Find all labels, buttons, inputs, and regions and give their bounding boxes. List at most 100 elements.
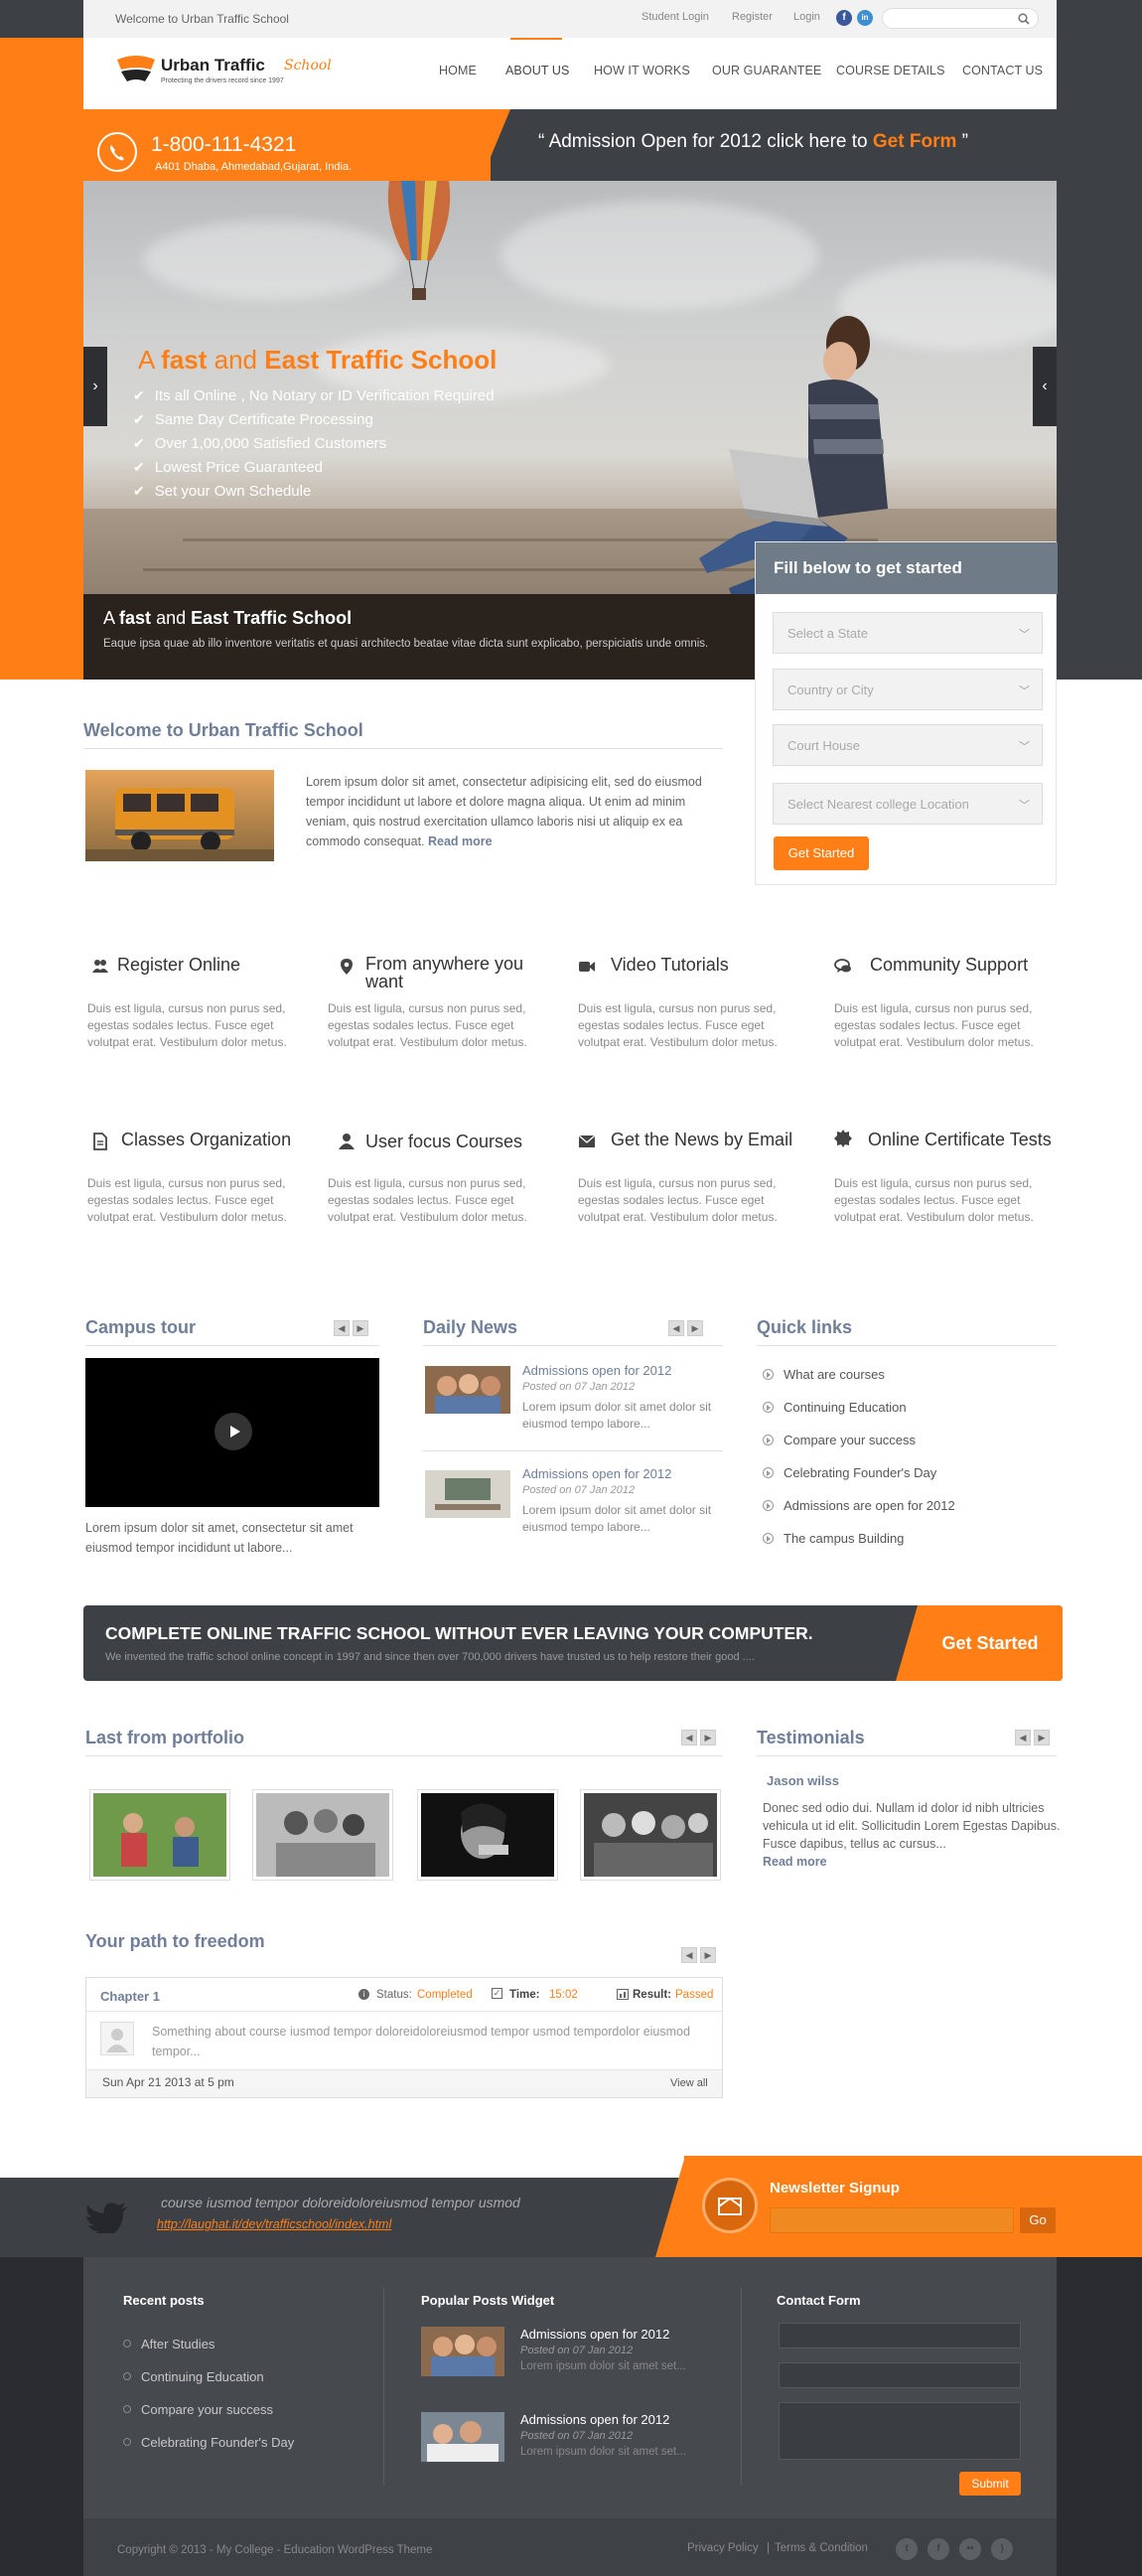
- recent-post-link[interactable]: Continuing Education: [123, 2369, 264, 2384]
- arrow-left-icon[interactable]: ◀: [668, 1320, 684, 1336]
- nav-our-guarantee[interactable]: OUR GUARANTEE: [712, 64, 821, 77]
- portfolio-thumb[interactable]: [417, 1789, 558, 1881]
- chart-icon: [617, 1989, 629, 2000]
- play-icon[interactable]: [214, 1413, 252, 1450]
- quick-link[interactable]: Admissions are open for 2012: [763, 1498, 955, 1513]
- get-form-link[interactable]: Get Form: [873, 131, 956, 152]
- logo[interactable]: Urban Traffic School Protecting the driv…: [115, 52, 363, 95]
- bullet-icon: [123, 2405, 131, 2413]
- phone-icon: [97, 132, 137, 172]
- arrow-left-icon[interactable]: ◀: [1015, 1730, 1031, 1745]
- portfolio-thumb[interactable]: [580, 1789, 721, 1881]
- chevron-down-icon: ﹀: [1019, 741, 1030, 753]
- quick-link[interactable]: Celebrating Founder's Day: [763, 1465, 936, 1480]
- form-title: Fill below to get started: [756, 542, 1058, 594]
- tweet-link[interactable]: http://laughat.it/dev/trafficschool/inde…: [157, 2217, 391, 2231]
- portfolio-thumb[interactable]: [89, 1789, 230, 1881]
- arrow-left-icon[interactable]: ◀: [681, 1947, 697, 1963]
- state-select[interactable]: Select a State ﹀: [773, 612, 1043, 654]
- quick-link[interactable]: The campus Building: [763, 1531, 904, 1546]
- nav-contact-us[interactable]: CONTACT US: [962, 64, 1043, 77]
- view-all-link[interactable]: View all: [670, 2077, 708, 2089]
- linkedin-icon[interactable]: in: [857, 10, 873, 26]
- search-input[interactable]: [882, 8, 1039, 29]
- nav-course-details[interactable]: COURSE DETAILS: [836, 64, 945, 77]
- right-dark-band: [1056, 38, 1142, 680]
- quick-link[interactable]: What are courses: [763, 1367, 885, 1382]
- rss-icon[interactable]: ): [991, 2538, 1013, 2560]
- news-item-title[interactable]: Admissions open for 2012: [522, 1466, 671, 1481]
- arrow-left-icon[interactable]: ◀: [334, 1320, 350, 1336]
- testimonial-read-more-link[interactable]: Read more: [763, 1855, 827, 1869]
- arrow-right-icon[interactable]: ▶: [1034, 1730, 1050, 1745]
- news-item-title[interactable]: Admissions open for 2012: [522, 1363, 671, 1378]
- feature-title: Register Online: [117, 955, 241, 975]
- check-icon: ✔: [133, 483, 145, 499]
- banner-get-started-button[interactable]: Get Started: [918, 1605, 1063, 1681]
- search-icon[interactable]: [1018, 13, 1030, 25]
- recent-post-link[interactable]: Compare your success: [123, 2402, 273, 2417]
- portfolio-thumb[interactable]: [252, 1789, 393, 1881]
- nav-active-indicator: [510, 38, 562, 40]
- contact-email-input[interactable]: [779, 2362, 1021, 2388]
- check-icon: ✔: [133, 387, 145, 403]
- arrow-left-icon[interactable]: ◀: [681, 1730, 697, 1745]
- contact-message-textarea[interactable]: [779, 2402, 1021, 2460]
- slider-next-button[interactable]: ‹: [1033, 347, 1057, 426]
- arrow-right-icon[interactable]: ▶: [700, 1730, 716, 1745]
- popular-post-date: Posted on 07 Jan 2012: [520, 2345, 634, 2356]
- get-started-button[interactable]: Get Started: [774, 836, 869, 870]
- slider-bullet: ✔ Its all Online , No Notary or ID Verifi…: [133, 387, 495, 404]
- student-login-link[interactable]: Student Login: [642, 11, 709, 23]
- certificate-icon: [834, 1130, 852, 1147]
- quick-link[interactable]: Continuing Education: [763, 1400, 907, 1415]
- contact-name-input[interactable]: [779, 2323, 1021, 2349]
- arrow-right-icon[interactable]: ▶: [700, 1947, 716, 1963]
- twitter-bird-icon: [86, 2202, 127, 2233]
- flickr-icon[interactable]: ••: [959, 2538, 981, 2560]
- circle-arrow-icon: [763, 1369, 774, 1380]
- banner-title: COMPLETE ONLINE TRAFFIC SCHOOL WITHOUT E…: [105, 1623, 813, 1643]
- facebook-icon[interactable]: f: [928, 2538, 949, 2560]
- testimonial-carousel-arrows: ◀ ▶: [1015, 1730, 1055, 1745]
- news-thumb-classroom: [425, 1470, 510, 1518]
- nav-about-us[interactable]: ABOUT US: [505, 64, 569, 77]
- register-link[interactable]: Register: [732, 11, 773, 23]
- news-carousel-arrows: ◀ ▶: [668, 1320, 708, 1336]
- campus-video-player[interactable]: [85, 1358, 379, 1507]
- recent-post-link[interactable]: After Studies: [123, 2337, 214, 2351]
- city-select[interactable]: Country or City ﹀: [773, 669, 1043, 710]
- chevron-down-icon: ﹀: [1019, 685, 1030, 697]
- facebook-icon[interactable]: f: [836, 10, 852, 26]
- terms-link[interactable]: Terms & Condition: [775, 2542, 868, 2554]
- result-value: Passed: [675, 1989, 714, 2001]
- privacy-policy-link[interactable]: Privacy Policy: [687, 2542, 759, 2554]
- portfolio-title: Last from portfolio: [85, 1728, 244, 1747]
- bullet-icon: [123, 2372, 131, 2380]
- college-location-select[interactable]: Select Nearest college Location ﹀: [773, 783, 1043, 825]
- popular-post-date: Posted on 07 Jan 2012: [520, 2430, 634, 2442]
- bullet-icon: [123, 2340, 131, 2348]
- newsletter-email-input[interactable]: [770, 2207, 1014, 2233]
- news-item-text: Lorem ipsum dolor sit amet dolor sit eiu…: [522, 1400, 712, 1431]
- popular-post-title[interactable]: Admissions open for 2012: [520, 2412, 669, 2427]
- login-link[interactable]: Login: [793, 11, 820, 23]
- court-house-select[interactable]: Court House ﹀: [773, 724, 1043, 766]
- nav-home[interactable]: HOME: [439, 64, 477, 77]
- quick-link[interactable]: Compare your success: [763, 1433, 916, 1447]
- arrow-right-icon[interactable]: ▶: [353, 1320, 368, 1336]
- feature-text: Duis est ligula, cursus non purus sed, e…: [328, 1176, 527, 1224]
- feature-title: Get the News by Email: [611, 1130, 793, 1149]
- arrow-right-icon[interactable]: ▶: [687, 1320, 703, 1336]
- slider-prev-button[interactable]: ›: [83, 347, 107, 426]
- check-icon: ✔: [133, 459, 145, 475]
- popular-post-title[interactable]: Admissions open for 2012: [520, 2327, 669, 2342]
- contact-submit-button[interactable]: Submit: [959, 2472, 1021, 2496]
- nav-how-it-works[interactable]: HOW IT WORKS: [594, 64, 690, 77]
- recent-post-link[interactable]: Celebrating Founder's Day: [123, 2435, 294, 2450]
- newsletter-go-button[interactable]: Go: [1020, 2207, 1056, 2233]
- status-value: Completed: [417, 1989, 473, 2001]
- copyright: Copyright © 2013 - My College - Educatio…: [117, 2544, 433, 2556]
- twitter-icon[interactable]: t: [896, 2538, 918, 2560]
- welcome-read-more-link[interactable]: Read more: [428, 834, 493, 848]
